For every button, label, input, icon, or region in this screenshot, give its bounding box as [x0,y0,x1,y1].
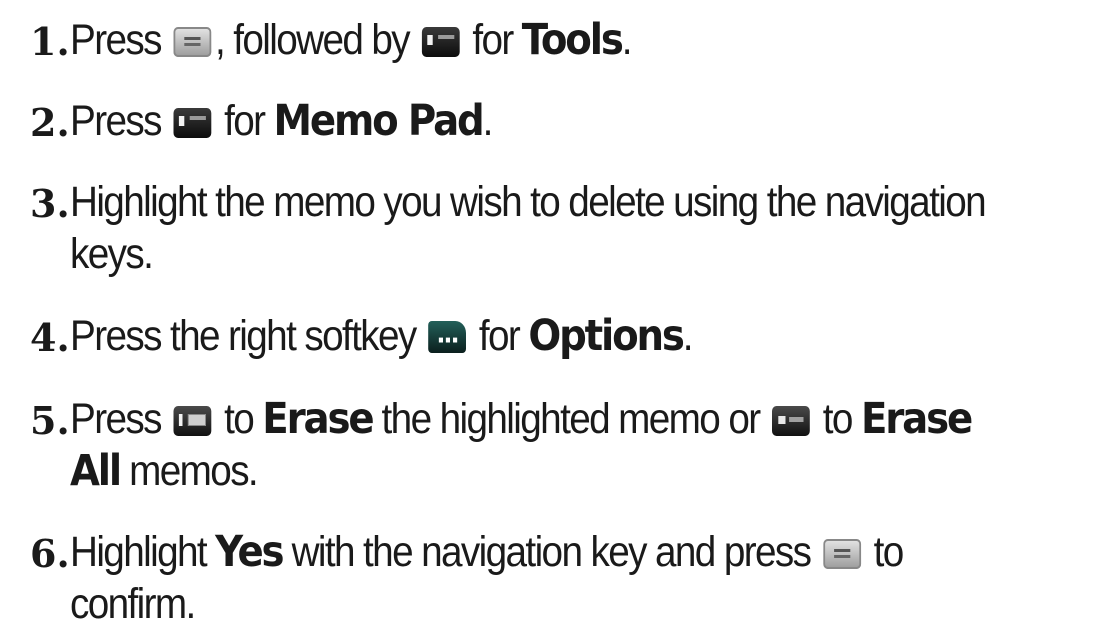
step-number: 4. [30,315,70,360]
bold-term: Yes [215,527,284,577]
text-segment: . [621,16,633,64]
step-number: 2. [30,100,70,145]
text-segment: Press the right softkey [70,312,417,360]
step-line: Press , followed by for Tools. [70,14,988,66]
bold-term: All [70,446,122,496]
two-abc-key-icon [772,406,811,436]
step-line: Press for Memo Pad. [70,95,988,147]
text-segment: Press [70,395,162,443]
step-text: Press for Memo Pad. [70,95,988,147]
text-segment: to [873,528,905,576]
bold-term: Options [528,311,685,361]
step-line: Press the right softkey for Options. [70,310,988,367]
text-segment: for [224,97,266,145]
text-segment: for [478,312,521,360]
text-segment: , followed by [214,16,411,64]
text-segment: Press [70,16,162,64]
step-line: Highlight Yes with the navigation key an… [70,526,988,578]
text-segment: the highlighted memo or [381,395,762,443]
text-segment: memos. [129,447,259,495]
step-number: 6. [30,531,70,576]
step-text: Press , followed by for Tools. [70,14,988,66]
step-line: Highlight the memo you wish to delete us… [70,178,987,226]
step-number: 5. [30,398,70,443]
menu-ok-key-icon [823,539,861,569]
right-softkey-icon [428,315,467,367]
step-line: keys. [70,230,154,278]
six-mno-key-icon [173,108,212,138]
step-number: 3. [30,181,70,226]
text-segment: . [482,97,494,145]
nine-wxyz-key-icon [421,27,460,57]
step-text: Press the right softkey for Options. [70,310,988,367]
text-segment: Press [70,97,162,145]
bold-term: Tools [521,15,624,65]
step-number: 1. [30,19,70,64]
step-text: Highlight the memo you wish to delete us… [70,176,988,280]
bold-term: Erase [262,394,374,444]
step-line: confirm. [70,580,196,628]
step-text: Highlight Yes with the navigation key an… [70,526,988,630]
text-segment: . [682,312,694,360]
bold-term: Memo Pad [273,96,485,146]
text-segment: for [472,16,514,64]
bold-term: Erase [860,394,973,444]
text-segment: Highlight [70,528,208,576]
step-text: Press to Erase the highlighted memo or t… [70,393,988,497]
text-segment: to [822,395,854,443]
step-line: Press to Erase the highlighted memo or t… [70,393,988,445]
text-segment: to [224,395,255,443]
one-key-icon [173,406,212,436]
menu-ok-key-icon [173,27,212,57]
instruction-steps: 1. Press , followed by for Tools. 2. Pre… [0,0,1096,628]
text-segment: with the navigation key and press [291,528,812,576]
step-line: All memos. [70,445,988,497]
